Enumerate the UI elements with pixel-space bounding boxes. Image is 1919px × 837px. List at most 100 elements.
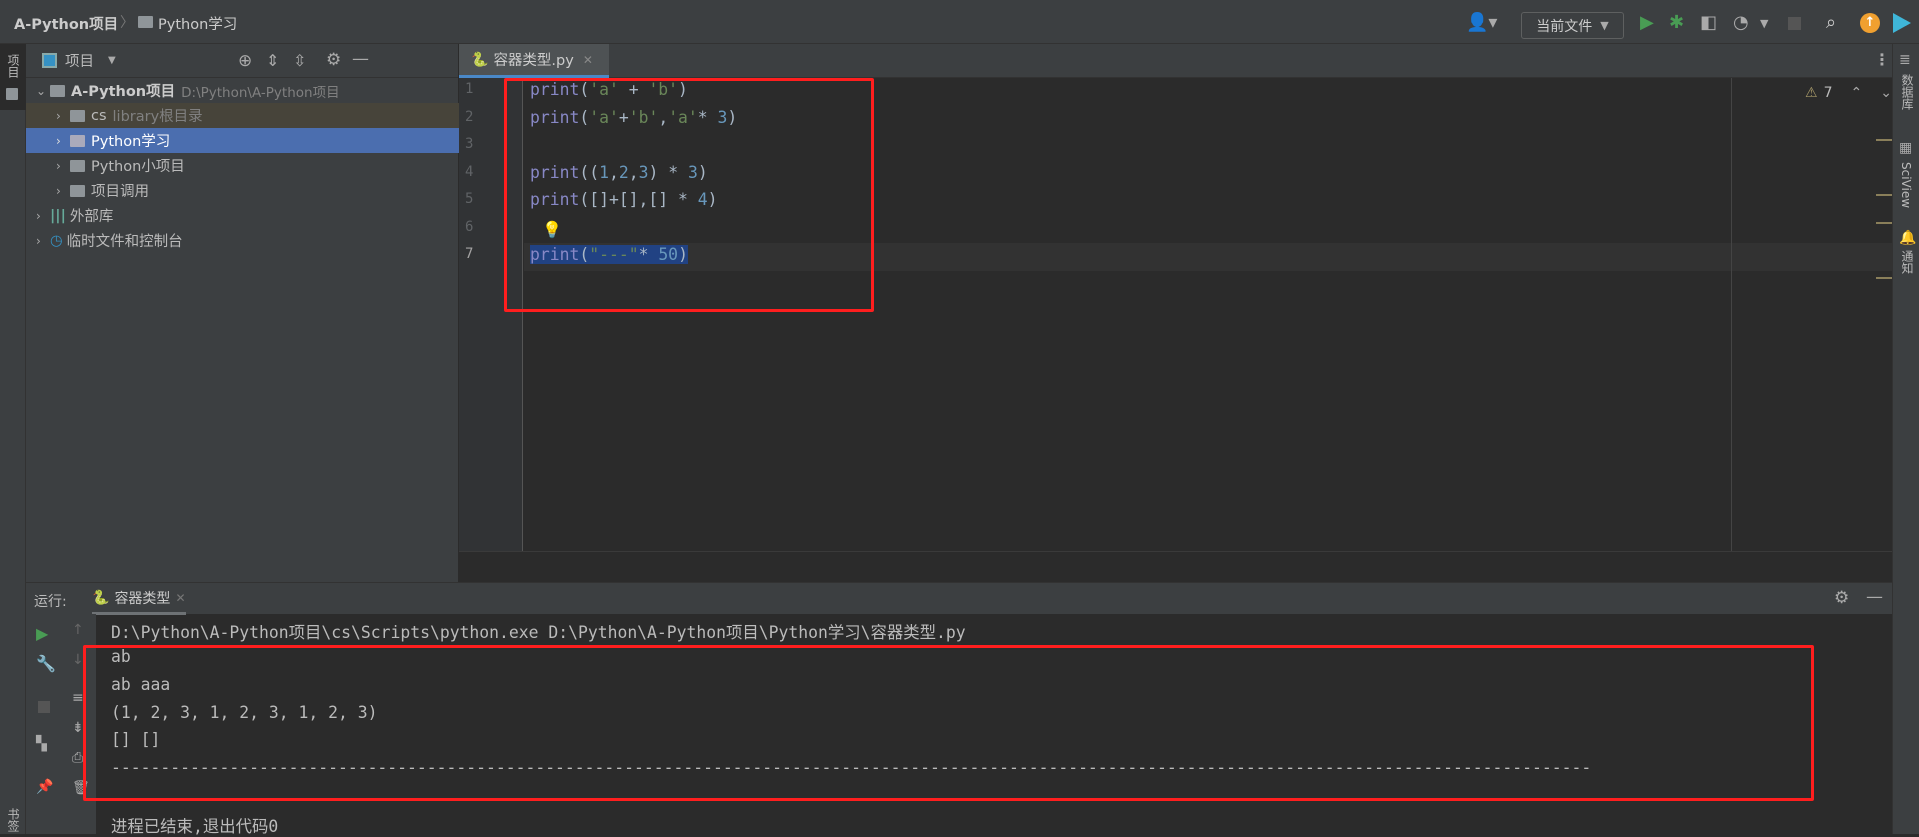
gear-icon[interactable]: ⚙ bbox=[1834, 588, 1849, 608]
warning-icon: ⚠ bbox=[1805, 85, 1818, 101]
console-command: D:\Python\A-Python项目\cs\Scripts\python.e… bbox=[111, 623, 966, 642]
title-bar: A-Python项目 〉 Python学习 👤▾ 当前文件 ▼ ▶ ✱ ◧ ◔ … bbox=[0, 0, 1919, 44]
jetbrains-logo-icon[interactable] bbox=[1893, 13, 1911, 33]
close-icon[interactable]: ✕ bbox=[175, 591, 185, 605]
run-with-coverage-icon[interactable]: ◧ bbox=[1700, 12, 1717, 33]
close-icon[interactable]: ✕ bbox=[583, 53, 593, 67]
breadcrumb-project[interactable]: A-Python项目 bbox=[14, 13, 118, 34]
run-icon[interactable]: ▶ bbox=[1640, 12, 1654, 33]
tree-item-root[interactable]: ⌄ A-Python项目 D:\Python\A-Python项目 bbox=[26, 78, 459, 103]
folder-icon bbox=[70, 109, 85, 122]
gear-icon[interactable]: ⚙ bbox=[326, 50, 341, 70]
error-stripe-mark[interactable] bbox=[1876, 139, 1892, 141]
stop-icon[interactable] bbox=[38, 701, 50, 713]
more-options-icon[interactable]: ⋮ bbox=[1874, 50, 1890, 69]
error-stripe-mark[interactable] bbox=[1876, 277, 1892, 279]
project-tool-button[interactable]: 项目 bbox=[5, 54, 22, 78]
tree-item-cs[interactable]: › cs library根目录 bbox=[26, 103, 459, 128]
next-highlight-icon[interactable]: ⌄ bbox=[1880, 85, 1892, 101]
tree-item-project-call[interactable]: › 项目调用 bbox=[26, 178, 459, 203]
chevron-right-icon: › bbox=[36, 233, 41, 248]
line-number: 4 bbox=[465, 163, 474, 180]
scroll-down-icon[interactable]: ↓ bbox=[72, 652, 84, 668]
tree-item-python-small-project[interactable]: › Python小项目 bbox=[26, 153, 459, 178]
profile-icon[interactable]: ◔ bbox=[1733, 12, 1749, 33]
run-label: 运行: bbox=[34, 594, 67, 610]
error-stripe-mark[interactable] bbox=[1876, 194, 1892, 196]
database-icon: ≣ bbox=[1899, 52, 1911, 68]
folder-icon bbox=[70, 159, 85, 172]
soft-wrap-icon[interactable]: ≡ bbox=[72, 690, 84, 706]
tree-item-hint: library根目录 bbox=[112, 109, 203, 125]
run-tab[interactable]: 🐍 容器类型 ✕ bbox=[92, 583, 186, 615]
tree-item-label: Python小项目 bbox=[91, 159, 185, 175]
folder-icon bbox=[70, 134, 85, 147]
chevron-down-icon: ▼ bbox=[1600, 19, 1609, 32]
chevron-down-icon: ⌄ bbox=[36, 83, 47, 98]
project-panel-title[interactable]: 项目 bbox=[65, 50, 94, 71]
inspection-widget[interactable]: ⚠ 7 ⌃ ⌄ bbox=[1805, 85, 1892, 101]
wrench-settings-icon[interactable]: 🔧 bbox=[36, 654, 56, 673]
chevron-right-icon: › bbox=[56, 183, 61, 198]
scroll-up-icon[interactable]: ↑ bbox=[72, 622, 84, 638]
chevron-right-icon: › bbox=[36, 208, 41, 223]
locate-crosshair-icon[interactable]: ⊕ bbox=[238, 51, 252, 71]
console-exit-message: 进程已结束,退出代码0 bbox=[111, 817, 279, 836]
search-icon[interactable]: ⌕ bbox=[1826, 12, 1836, 33]
tree-item-scratches[interactable]: › ◷ 临时文件和控制台 bbox=[26, 228, 459, 253]
tree-item-label: 项目调用 bbox=[91, 184, 149, 200]
folder-icon bbox=[6, 88, 18, 100]
run-config-dropdown[interactable]: 当前文件 ▼ bbox=[1521, 12, 1624, 39]
stop-icon[interactable] bbox=[1788, 17, 1801, 30]
project-view-icon bbox=[42, 53, 57, 68]
tab-container-types-py[interactable]: 🐍 容器类型.py ✕ bbox=[459, 44, 609, 78]
bell-icon: 🔔 bbox=[1899, 230, 1917, 246]
layout-icon[interactable]: ▚ bbox=[36, 736, 47, 752]
error-stripe-mark[interactable] bbox=[1876, 222, 1892, 224]
python-icon: 🐍 bbox=[92, 589, 110, 606]
library-icon: ||| bbox=[50, 207, 66, 224]
chevron-right-icon: › bbox=[56, 108, 61, 123]
tree-item-label: A-Python项目 bbox=[71, 84, 176, 100]
pin-icon[interactable]: 📌 bbox=[36, 779, 53, 795]
right-tool-strip: ≣ 数据库 ▦ SciView 🔔 通知 bbox=[1892, 44, 1919, 834]
collapse-all-icon[interactable]: ⇳ bbox=[293, 51, 306, 70]
right-margin-guide bbox=[1731, 78, 1732, 551]
notifications-tool-button[interactable]: 通知 bbox=[1899, 250, 1916, 274]
more-run-chevron-icon[interactable]: ▼ bbox=[1760, 17, 1768, 30]
bookmarks-tool-button[interactable]: 书签 bbox=[5, 808, 22, 832]
editor-tab-bar: 🐍 容器类型.py ✕ ⋮ bbox=[459, 44, 1892, 78]
breadcrumb-folder[interactable]: Python学习 bbox=[158, 13, 237, 34]
minimize-icon[interactable]: — bbox=[352, 49, 369, 69]
database-tool-button[interactable]: 数据库 bbox=[1899, 74, 1916, 110]
tree-item-label: Python学习 bbox=[91, 134, 171, 150]
line-number: 3 bbox=[465, 136, 474, 152]
tree-item-python-study[interactable]: › Python学习 bbox=[26, 128, 459, 153]
line-number: 7 bbox=[465, 246, 474, 262]
project-panel-header: 项目 ▼ ⊕ ⇕ ⇳ ⚙ — bbox=[26, 44, 458, 78]
chevron-right-icon: › bbox=[56, 158, 61, 173]
scroll-to-end-icon[interactable]: ⇟ bbox=[72, 720, 84, 736]
tab-label: 容器类型.py bbox=[493, 53, 574, 69]
sciview-icon: ▦ bbox=[1899, 140, 1913, 156]
previous-highlight-icon[interactable]: ⌃ bbox=[1850, 85, 1862, 101]
sciview-tool-button[interactable]: SciView bbox=[1899, 162, 1913, 208]
print-icon[interactable]: ⎙ bbox=[72, 750, 83, 766]
line-number: 2 bbox=[465, 108, 474, 125]
python-file-icon: 🐍 bbox=[471, 51, 489, 68]
project-panel: 项目 ▼ ⊕ ⇕ ⇳ ⚙ — ⌄ A-Python项目 D:\Python\A-… bbox=[26, 44, 459, 582]
folder-icon bbox=[138, 16, 153, 28]
rerun-icon[interactable]: ▶ bbox=[36, 624, 48, 643]
editor-bottom-space bbox=[459, 551, 1892, 582]
update-icon[interactable]: ↑ bbox=[1860, 13, 1880, 33]
chevron-down-icon[interactable]: ▼ bbox=[108, 55, 116, 66]
folder-icon bbox=[50, 84, 65, 97]
tree-item-label: cs bbox=[91, 107, 107, 124]
minimize-icon[interactable]: — bbox=[1866, 587, 1883, 607]
vcs-user-icon[interactable]: 👤▾ bbox=[1466, 12, 1497, 33]
tree-item-external-libraries[interactable]: › ||| 外部库 bbox=[26, 203, 459, 228]
line-number: 5 bbox=[465, 191, 474, 207]
run-tab-label: 容器类型 bbox=[114, 590, 171, 607]
debug-bug-icon[interactable]: ✱ bbox=[1669, 12, 1684, 33]
expand-all-icon[interactable]: ⇕ bbox=[266, 51, 279, 70]
